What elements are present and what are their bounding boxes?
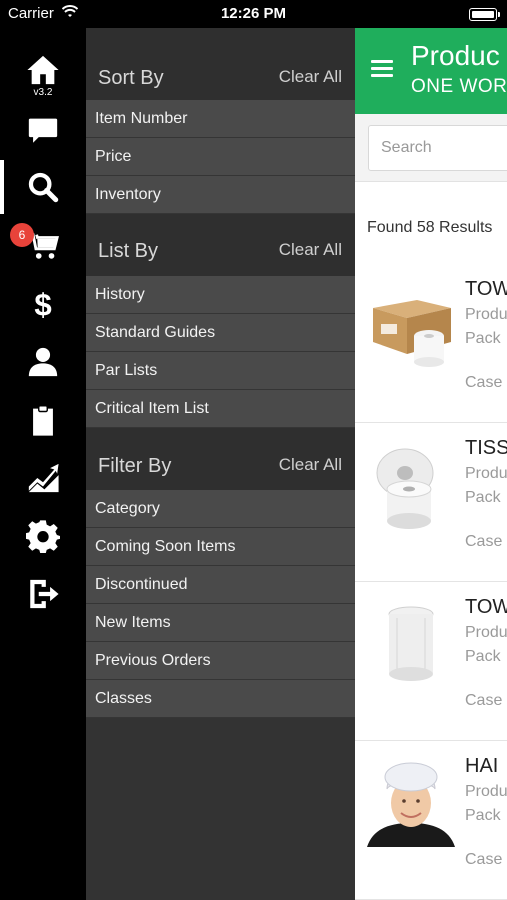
filter-option-classes[interactable]: Classes xyxy=(86,680,355,718)
product-card[interactable]: TOW Produ Pack Case xyxy=(355,264,507,423)
product-unit: Case xyxy=(465,851,503,868)
product-pack: Pack xyxy=(465,489,501,506)
product-detail: Produ xyxy=(465,465,507,482)
user-icon xyxy=(28,347,58,377)
nav-account[interactable] xyxy=(0,334,86,390)
product-unit: Case xyxy=(465,533,503,550)
list-by-section: List By Clear All History Standard Guide… xyxy=(86,214,355,428)
chart-icon xyxy=(28,463,59,493)
clear-all-button[interactable]: Clear All xyxy=(279,455,342,475)
product-card[interactable]: TOW Produ Pack Case xyxy=(355,582,507,741)
clipboard-icon xyxy=(33,405,53,436)
results-count: Found 58 Results xyxy=(367,219,493,236)
nav-reports[interactable] xyxy=(0,450,86,506)
filter-option-discontinued[interactable]: Discontinued xyxy=(86,566,355,604)
clear-all-button[interactable]: Clear All xyxy=(279,67,342,87)
filter-by-header: Filter By Clear All xyxy=(86,428,355,490)
search-bar: Search xyxy=(355,114,507,182)
product-card[interactable]: HAI Produ Pack Case xyxy=(355,741,507,900)
svg-text:$: $ xyxy=(34,287,51,321)
nav-settings[interactable] xyxy=(0,508,86,564)
filter-option-previous-orders[interactable]: Previous Orders xyxy=(86,642,355,680)
search-icon xyxy=(28,172,59,203)
home-icon xyxy=(27,55,59,85)
sort-by-header: Sort By Clear All xyxy=(86,28,355,100)
page-title: Produc xyxy=(411,40,500,71)
section-title: Filter By xyxy=(98,455,172,477)
search-input[interactable]: Search xyxy=(368,125,507,171)
product-unit: Case xyxy=(465,692,503,709)
product-pack: Pack xyxy=(465,807,501,824)
sort-option-price[interactable]: Price xyxy=(86,138,355,176)
nav-logout[interactable] xyxy=(0,566,86,622)
logout-icon xyxy=(30,579,59,609)
product-detail: Produ xyxy=(465,306,507,323)
filter-option-new-items[interactable]: New Items xyxy=(86,604,355,642)
filter-option-coming-soon[interactable]: Coming Soon Items xyxy=(86,528,355,566)
nav-messages[interactable] xyxy=(0,102,86,158)
list-option-par-lists[interactable]: Par Lists xyxy=(86,352,355,390)
status-bar: Carrier 12:26 PM xyxy=(0,0,507,28)
list-option-history[interactable]: History xyxy=(86,276,355,314)
product-detail: Produ xyxy=(465,783,507,800)
sort-by-section: Sort By Clear All Item Number Price Inve… xyxy=(86,28,355,214)
product-image xyxy=(367,755,455,847)
list-option-critical-item-list[interactable]: Critical Item List xyxy=(86,390,355,428)
battery-icon xyxy=(469,8,500,21)
chat-icon xyxy=(28,118,58,143)
product-image xyxy=(373,300,451,367)
section-title: List By xyxy=(98,240,159,262)
dollar-icon: $ xyxy=(34,287,51,321)
product-name: TOW xyxy=(465,596,507,618)
list-option-standard-guides[interactable]: Standard Guides xyxy=(86,314,355,352)
version-label: v3.2 xyxy=(33,87,53,98)
sort-option-item-number[interactable]: Item Number xyxy=(86,100,355,138)
nav-orders[interactable] xyxy=(0,392,86,448)
product-pack: Pack xyxy=(465,648,501,665)
product-pack: Pack xyxy=(465,330,501,347)
page-subtitle: ONE WOR xyxy=(411,76,507,97)
product-unit: Case xyxy=(465,374,503,391)
product-list-view: Produc ONE WOR Search Found 58 Results T… xyxy=(355,28,507,900)
product-detail: Produ xyxy=(465,624,507,641)
filter-option-category[interactable]: Category xyxy=(86,490,355,528)
sort-option-inventory[interactable]: Inventory xyxy=(86,176,355,214)
product-card[interactable]: TISS Produ Pack Case xyxy=(355,423,507,582)
filter-by-section: Filter By Clear All Category Coming Soon… xyxy=(86,428,355,718)
product-image xyxy=(376,448,434,529)
product-name: HAI xyxy=(465,755,499,777)
cart-badge: 6 xyxy=(10,223,34,247)
nav-search[interactable] xyxy=(0,159,86,215)
clear-all-button[interactable]: Clear All xyxy=(279,240,342,260)
app-header: Produc ONE WOR xyxy=(355,28,507,114)
gear-icon xyxy=(26,520,60,553)
menu-icon[interactable] xyxy=(371,60,393,78)
product-image xyxy=(388,606,434,681)
product-name: TISS xyxy=(465,437,507,459)
list-by-header: List By Clear All xyxy=(86,214,355,276)
clock: 12:26 PM xyxy=(220,5,287,22)
nav-pricing[interactable]: $ xyxy=(0,276,86,332)
filter-panel: Sort By Clear All Item Number Price Inve… xyxy=(86,28,355,900)
product-name: TOW xyxy=(465,278,507,300)
section-title: Sort By xyxy=(98,67,164,89)
icon-rail: v3.2 6 $ xyxy=(0,28,86,900)
